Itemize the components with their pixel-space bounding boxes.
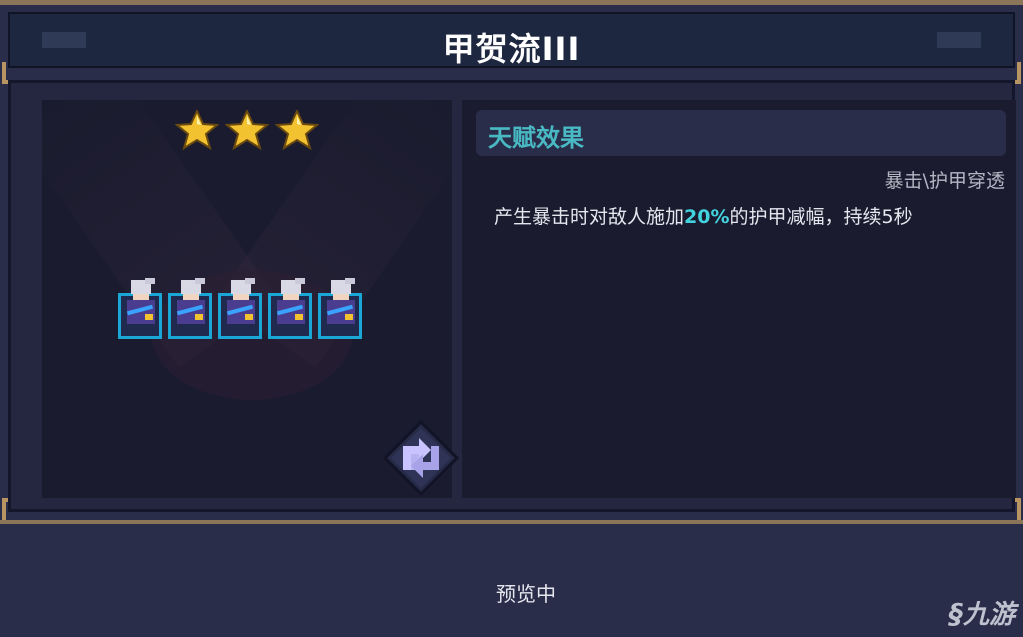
talent-desc-highlight: 20% [684,206,730,228]
ninja-unit-icon[interactable] [318,278,362,339]
ninja-unit-icon[interactable] [268,278,312,339]
page-title: 甲贺流III [442,30,581,68]
star-icon [274,108,320,151]
jiuyou-logo-icon: §九游 [948,597,1015,630]
unit-slots [118,278,362,339]
ninja-unit-icon[interactable] [218,278,262,339]
talent-panel [462,100,1016,498]
talent-desc-text: 产生暴击时对敌人施加 [494,206,685,228]
ninja-unit-icon[interactable] [118,278,162,339]
swap-icon[interactable] [382,419,460,497]
talent-title: 天赋效果 [488,124,584,152]
preview-status: 预览中 [496,582,556,606]
title-bar: 甲贺流III [8,12,1015,68]
talent-description: 产生暴击时对敌人施加20%的护甲减幅，持续5秒 [494,202,913,229]
ninja-unit-icon[interactable] [168,278,212,339]
star-icon [174,108,220,151]
star-rating [174,108,320,151]
talent-header: 天赋效果 [476,110,1006,156]
watermark-text: 九游 [962,600,1015,630]
talent-desc-text: 的护甲减幅，持续5秒 [729,206,913,228]
talent-tags: 暴击\护甲穿透 [884,170,1005,192]
star-icon [224,108,270,151]
